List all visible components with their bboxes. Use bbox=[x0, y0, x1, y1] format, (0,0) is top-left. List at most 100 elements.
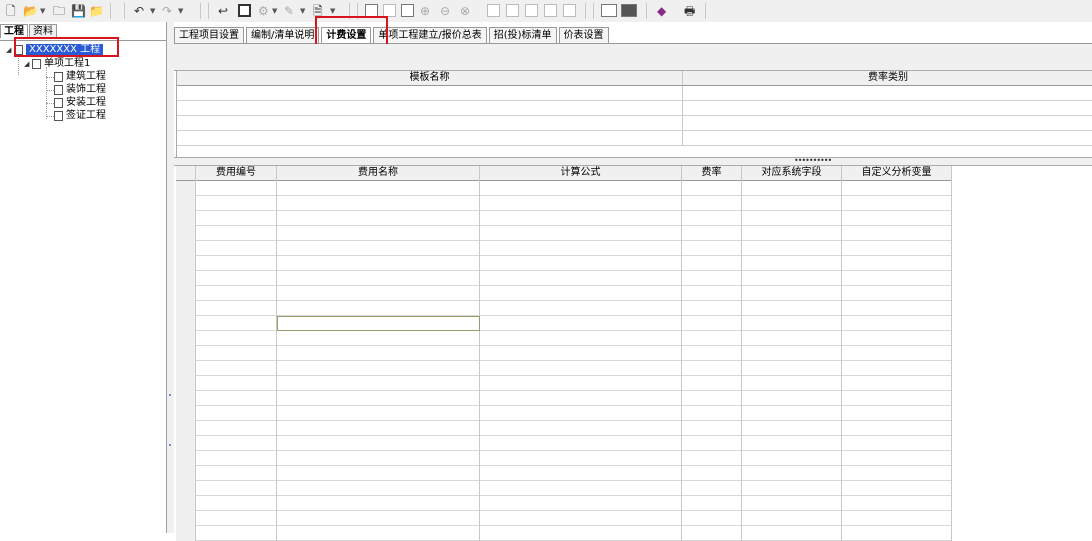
table-cell[interactable] bbox=[682, 451, 742, 466]
table-cell[interactable] bbox=[277, 451, 480, 466]
row-selector[interactable] bbox=[176, 526, 196, 541]
table-cell[interactable] bbox=[480, 421, 682, 436]
table-cell[interactable] bbox=[196, 466, 277, 481]
table-cell[interactable] bbox=[742, 211, 842, 226]
table-cell[interactable] bbox=[682, 481, 742, 496]
table-row[interactable] bbox=[177, 116, 1092, 131]
table-row[interactable] bbox=[176, 226, 952, 241]
tab-compile-notes[interactable]: 编制/清单说明 bbox=[246, 27, 320, 43]
row-selector[interactable] bbox=[176, 226, 196, 241]
row-selector[interactable] bbox=[176, 211, 196, 226]
table-cell[interactable] bbox=[742, 421, 842, 436]
table-cell[interactable] bbox=[480, 466, 682, 481]
table-cell[interactable] bbox=[682, 526, 742, 541]
table-cell[interactable] bbox=[742, 436, 842, 451]
column-header-template-name[interactable]: 模板名称 bbox=[177, 71, 683, 85]
table-cell[interactable] bbox=[480, 451, 682, 466]
chevron-down-icon[interactable]: ▼ bbox=[178, 3, 183, 19]
table-row[interactable] bbox=[176, 406, 952, 421]
table-cell[interactable] bbox=[196, 226, 277, 241]
table-row[interactable] bbox=[176, 196, 952, 211]
chevron-down-icon[interactable]: ▼ bbox=[272, 3, 277, 19]
chevron-down-icon[interactable]: ▼ bbox=[330, 3, 335, 19]
tree-node-root[interactable]: ◢ XXXXXXX 工程 bbox=[6, 44, 104, 56]
table-cell[interactable] bbox=[682, 316, 742, 331]
table-cell[interactable] bbox=[682, 271, 742, 286]
tree-leaf-label[interactable]: 装饰工程 bbox=[66, 84, 106, 96]
options-circle-icon[interactable]: ⊗ bbox=[460, 3, 470, 19]
row-selector[interactable] bbox=[176, 301, 196, 316]
table-cell[interactable] bbox=[742, 466, 842, 481]
export-icon[interactable]: 📁 bbox=[89, 3, 104, 19]
table-cell[interactable] bbox=[480, 496, 682, 511]
table-cell[interactable] bbox=[682, 346, 742, 361]
table-cell[interactable] bbox=[177, 116, 683, 130]
table-cell[interactable] bbox=[842, 286, 952, 301]
table-cell[interactable] bbox=[277, 211, 480, 226]
table-cell[interactable] bbox=[196, 181, 277, 196]
row-selector[interactable] bbox=[176, 466, 196, 481]
table-cell[interactable] bbox=[842, 421, 952, 436]
table-cell[interactable] bbox=[196, 271, 277, 286]
grid-splitter[interactable]: •••••••••• bbox=[174, 156, 1092, 166]
table-cell[interactable] bbox=[742, 286, 842, 301]
table-cell[interactable] bbox=[177, 86, 683, 100]
table-cell[interactable] bbox=[480, 376, 682, 391]
tab-project-settings[interactable]: 工程项目设置 bbox=[174, 27, 244, 43]
table-cell[interactable] bbox=[682, 511, 742, 526]
tree-view-icon[interactable] bbox=[238, 4, 251, 17]
table-cell[interactable] bbox=[842, 301, 952, 316]
table-cell[interactable] bbox=[742, 271, 842, 286]
table-cell[interactable] bbox=[277, 226, 480, 241]
layout-left-icon[interactable] bbox=[365, 4, 378, 17]
expand-arrow-icon[interactable]: ◢ bbox=[6, 44, 14, 56]
table-cell[interactable] bbox=[277, 286, 480, 301]
table-row[interactable] bbox=[176, 181, 952, 196]
tool-icon[interactable]: ⚙ bbox=[258, 3, 269, 19]
table-cell[interactable] bbox=[842, 226, 952, 241]
tree-node-root-label[interactable]: XXXXXXX 工程 bbox=[26, 44, 104, 56]
left-tab-materials[interactable]: 资料 bbox=[29, 24, 57, 38]
table-cell[interactable] bbox=[480, 346, 682, 361]
table-cell[interactable] bbox=[842, 361, 952, 376]
tree-leaf[interactable]: 建筑工程 bbox=[54, 71, 106, 83]
table-row[interactable] bbox=[176, 376, 952, 391]
layout-full-icon[interactable] bbox=[383, 4, 396, 17]
table-cell[interactable] bbox=[196, 196, 277, 211]
grid-view-icon[interactable] bbox=[621, 4, 637, 17]
table-cell[interactable] bbox=[682, 376, 742, 391]
table-cell[interactable] bbox=[277, 376, 480, 391]
table-cell[interactable] bbox=[277, 511, 480, 526]
print-icon[interactable]: 🖶 bbox=[684, 3, 695, 19]
table-cell[interactable] bbox=[480, 481, 682, 496]
table-cell[interactable] bbox=[177, 131, 683, 145]
table-cell[interactable] bbox=[682, 226, 742, 241]
table-cell[interactable] bbox=[480, 511, 682, 526]
row-selector[interactable] bbox=[176, 241, 196, 256]
table-cell[interactable] bbox=[277, 436, 480, 451]
tree-node-label[interactable]: 单项工程1 bbox=[44, 58, 90, 70]
table-cell[interactable] bbox=[277, 301, 480, 316]
table-cell[interactable] bbox=[196, 421, 277, 436]
table-cell[interactable] bbox=[196, 361, 277, 376]
table-cell[interactable] bbox=[742, 241, 842, 256]
tree-node-single-project[interactable]: ◢ 单项工程1 bbox=[24, 58, 90, 70]
chevron-down-icon[interactable]: ▼ bbox=[300, 3, 305, 19]
table-cell[interactable] bbox=[842, 451, 952, 466]
table-row[interactable] bbox=[176, 421, 952, 436]
list-view-icon[interactable] bbox=[601, 4, 617, 17]
table-cell[interactable] bbox=[682, 331, 742, 346]
row-selector[interactable] bbox=[176, 376, 196, 391]
table-cell[interactable] bbox=[480, 406, 682, 421]
column-header-formula[interactable]: 计算公式 bbox=[480, 166, 682, 181]
panel-splitter[interactable] bbox=[167, 22, 174, 533]
table-cell[interactable] bbox=[277, 271, 480, 286]
table-cell[interactable] bbox=[480, 181, 682, 196]
table-row[interactable] bbox=[176, 301, 952, 316]
table-cell[interactable] bbox=[742, 361, 842, 376]
open-folder-icon[interactable]: 📂 bbox=[23, 3, 38, 19]
new-file-icon[interactable]: 🗋 bbox=[6, 3, 16, 19]
table-row[interactable] bbox=[176, 511, 952, 526]
table-cell[interactable] bbox=[742, 496, 842, 511]
table-cell[interactable] bbox=[196, 211, 277, 226]
